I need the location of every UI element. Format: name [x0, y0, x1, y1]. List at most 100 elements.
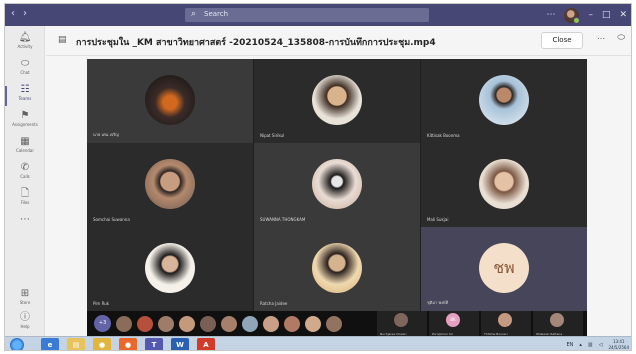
search-icon: ⌕: [191, 9, 197, 19]
strip-participant[interactable]: Thitima Boonsri: [481, 311, 531, 337]
rail-item-assignments[interactable]: ⚑ Assignments: [5, 110, 45, 136]
participant-avatar: [145, 243, 195, 293]
title-bar: ‹› ⌕ Search ⋯ – □ ✕: [5, 4, 631, 26]
minimize-icon[interactable]: –: [588, 10, 593, 20]
participant-name: Kittisak Boonma: [427, 133, 460, 138]
strip-avatar: [394, 313, 408, 327]
participant-tile[interactable]: ชพ ชุติมา พงษ์ดี: [421, 227, 587, 311]
participant-name: Ratcha Jaidee: [260, 301, 288, 306]
chat-icon[interactable]: ⬭: [617, 33, 625, 43]
participant-tile[interactable]: Nipat Sirikul: [254, 59, 420, 143]
word-icon[interactable]: W: [171, 338, 189, 350]
participant-avatar: [479, 75, 529, 125]
participant-tile[interactable]: Pim Ruk: [87, 227, 253, 311]
os-taskbar: e ▤ ● ● T W A EN ▴ ▥ ◁ 13:41 24/5/2564: [5, 336, 631, 350]
tray-arrow-icon[interactable]: ▴: [579, 342, 582, 348]
pdf-icon[interactable]: A: [197, 338, 215, 350]
chat-icon: ⬭: [20, 58, 30, 69]
help-icon: ⓘ: [20, 312, 30, 323]
mini-avatar[interactable]: [200, 316, 216, 332]
close-window-icon[interactable]: ✕: [619, 10, 627, 20]
video-file-icon: ▤: [58, 35, 67, 45]
start-button[interactable]: [10, 338, 24, 350]
volume-icon[interactable]: ◁: [599, 342, 603, 348]
rail-item-activity[interactable]: 🔔︎ Activity: [5, 32, 45, 58]
teams-icon: ☷: [20, 84, 30, 95]
mini-avatar[interactable]: [116, 316, 132, 332]
participant-name: Somchai Suwanna: [93, 217, 130, 222]
rail-item-store[interactable]: ⊞ Store: [5, 288, 45, 314]
participant-name: Mali Sukjai: [427, 217, 449, 222]
strip-participant[interactable]: Nuchjaree Chaisri: [377, 311, 427, 337]
mini-avatar[interactable]: [305, 316, 321, 332]
mini-avatar[interactable]: [326, 316, 342, 332]
language-indicator[interactable]: EN: [566, 342, 573, 348]
mini-avatar[interactable]: [221, 316, 237, 332]
ie-icon[interactable]: e: [41, 338, 59, 350]
rail-item-help[interactable]: ⓘ Help: [5, 312, 45, 338]
mini-avatar[interactable]: [284, 316, 300, 332]
participant-tile[interactable]: SUWANNA THONGKAM: [254, 143, 420, 227]
participant-name: SUWANNA THONGKAM: [260, 217, 306, 222]
strip-participant[interactable]: Wilaiwan Rattana: [533, 311, 583, 337]
profile-avatar[interactable]: [564, 7, 581, 24]
nav-arrows[interactable]: ‹›: [11, 8, 35, 19]
mini-avatar[interactable]: [179, 316, 195, 332]
participant-initials-avatar: ชพ: [479, 243, 529, 293]
participant-name: Pim Ruk: [93, 301, 110, 306]
teams-icon[interactable]: T: [145, 338, 163, 350]
store-icon: ⊞: [20, 288, 30, 299]
mini-avatar[interactable]: [242, 316, 258, 332]
strip-avatar: [550, 313, 564, 327]
participant-avatar: [312, 75, 362, 125]
teams-window: ‹› ⌕ Search ⋯ – □ ✕ 🔔︎ Activity ⬭ Chat ☷…: [4, 3, 632, 351]
ellipsis-icon: ⋯: [20, 214, 30, 225]
participant-tile[interactable]: Ratcha Jaidee: [254, 227, 420, 311]
assignments-icon: ⚑: [20, 110, 30, 121]
calendar-icon: ▦: [20, 136, 30, 147]
folder-icon[interactable]: ▤: [67, 338, 85, 350]
participant-avatar: [145, 159, 195, 209]
mini-avatar[interactable]: [263, 316, 279, 332]
rail-item-calendar[interactable]: ▦ Calendar: [5, 136, 45, 162]
system-tray: EN ▴ ▥ ◁ 13:41 24/5/2564: [566, 339, 629, 350]
strip-initials-avatar: BK: [446, 313, 460, 327]
calls-icon: ✆: [20, 162, 30, 173]
participant-tile[interactable]: Kittisak Boonma: [421, 59, 587, 143]
participant-avatar: [479, 159, 529, 209]
rail-item-chat[interactable]: ⬭ Chat: [5, 58, 45, 84]
bell-icon: 🔔︎: [18, 32, 32, 43]
clock[interactable]: 13:41 24/5/2564: [608, 339, 629, 350]
participant-tile[interactable]: Mali Sukjai: [421, 143, 587, 227]
participant-strip: +3 Nuchjaree Chaisri BK Pornpimon Sri Th…: [87, 311, 587, 337]
rail-item-files[interactable]: 🗋 Files: [5, 188, 45, 214]
search-input[interactable]: ⌕ Search: [185, 8, 429, 22]
participant-name: Nipat Sirikul: [260, 133, 285, 138]
mini-avatar[interactable]: [158, 316, 174, 332]
rail-item-calls[interactable]: ✆ Calls: [5, 162, 45, 188]
more-options-icon[interactable]: ⋯: [597, 34, 605, 43]
participant-avatar: [145, 75, 195, 125]
participant-name: ชุติมา พงษ์ดี: [427, 300, 449, 305]
clock-date: 24/5/2564: [608, 345, 629, 350]
files-icon: 🗋: [20, 188, 30, 199]
strip-participant[interactable]: BK Pornpimon Sri: [429, 311, 479, 337]
participant-tile[interactable]: Somchai Suwanna: [87, 143, 253, 227]
participant-name: นาย เด่น เจริญ: [93, 132, 119, 137]
search-placeholder: Search: [204, 10, 229, 18]
firefox-icon[interactable]: ●: [119, 338, 137, 350]
rail-more-apps[interactable]: ⋯: [5, 214, 45, 240]
strip-avatar: [498, 313, 512, 327]
close-button[interactable]: Close: [541, 32, 583, 49]
video-grid: นาย เด่น เจริญ Nipat Sirikul Kittisak Bo…: [87, 59, 587, 311]
mini-avatar[interactable]: [137, 316, 153, 332]
rail-item-teams[interactable]: ☷ Teams: [5, 84, 45, 110]
app-rail: 🔔︎ Activity ⬭ Chat ☷ Teams ⚑ Assignments…: [5, 26, 45, 336]
chrome-icon[interactable]: ●: [93, 338, 111, 350]
more-participants-button[interactable]: +3: [94, 315, 111, 332]
participant-tile[interactable]: นาย เด่น เจริญ: [87, 59, 253, 143]
maximize-icon[interactable]: □: [602, 10, 611, 20]
participant-avatar: [312, 159, 362, 209]
network-icon[interactable]: ▥: [588, 342, 593, 348]
more-options-icon[interactable]: ⋯: [546, 10, 555, 20]
